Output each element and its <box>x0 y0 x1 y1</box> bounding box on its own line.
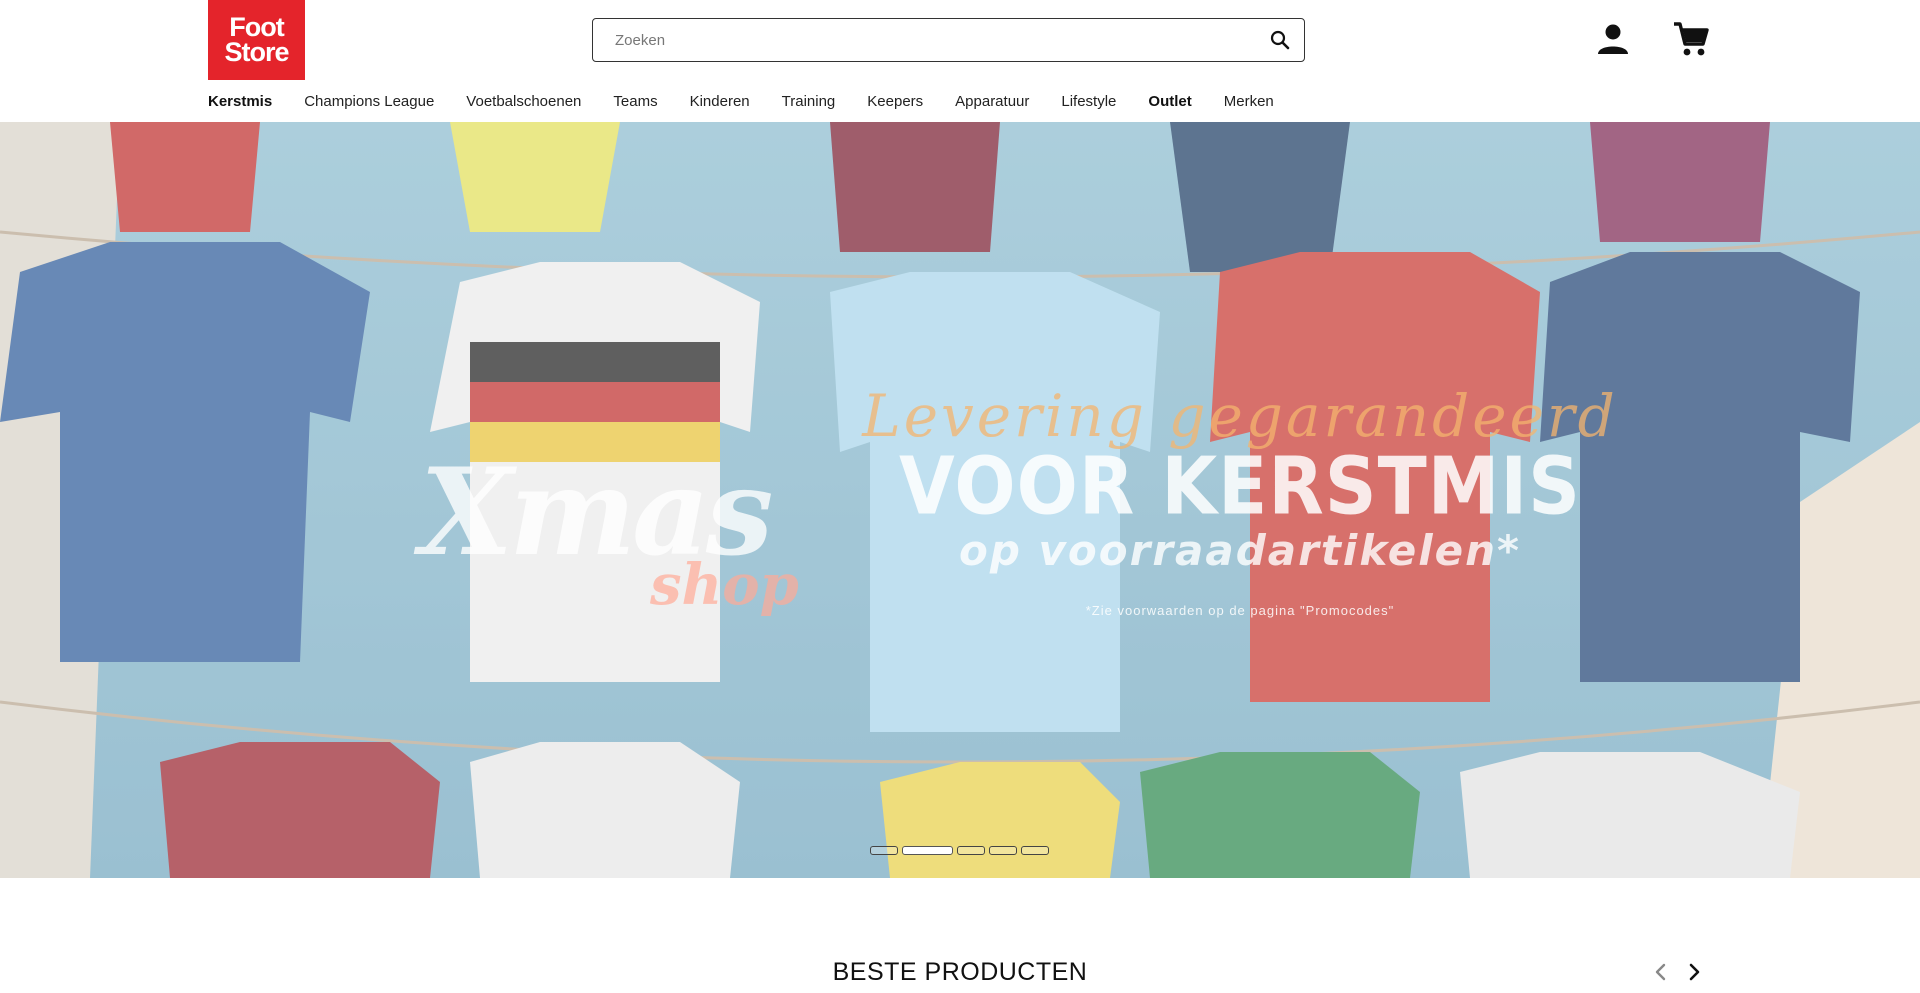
chevron-left-icon[interactable] <box>1651 962 1671 982</box>
nav-item-keepers[interactable]: Keepers <box>867 93 923 110</box>
nav-item-kinderen[interactable]: Kinderen <box>690 93 750 110</box>
nav-item-merken[interactable]: Merken <box>1224 93 1274 110</box>
carousel-dots <box>870 846 1049 855</box>
search-box[interactable] <box>592 18 1305 62</box>
nav-item-outlet[interactable]: Outlet <box>1148 93 1191 110</box>
hero-note: *Zie voorwaarden op de pagina "Promocode… <box>1085 603 1395 618</box>
nav-item-voetbalschoenen[interactable]: Voetbalschoenen <box>466 93 581 110</box>
nav-item-champions-league[interactable]: Champions League <box>304 93 434 110</box>
hero-banner[interactable]: Xmas shop Levering gegarandeerd VOOR KER… <box>0 122 1920 878</box>
cart-icon[interactable] <box>1672 20 1710 58</box>
hero-line-2: VOOR KERSTMIS <box>898 439 1582 533</box>
nav-item-lifestyle[interactable]: Lifestyle <box>1061 93 1116 110</box>
hero-copy: Levering gegarandeerd VOOR KERSTMIS op v… <box>860 382 1620 618</box>
nav-item-apparatuur[interactable]: Apparatuur <box>955 93 1029 110</box>
search-input[interactable] <box>615 27 1235 53</box>
chevron-right-icon[interactable] <box>1684 962 1704 982</box>
footstore-logo[interactable]: Foot Store <box>208 0 305 80</box>
nav-item-kerstmis[interactable]: Kerstmis <box>208 93 272 110</box>
carousel-dot-4[interactable] <box>989 846 1017 855</box>
carousel-dot-1[interactable] <box>870 846 898 855</box>
section-title: BESTE PRODUCTEN <box>832 958 1088 986</box>
xmas-shop-sub: shop <box>650 552 799 618</box>
carousel-dot-2[interactable] <box>902 846 953 855</box>
nav-item-teams[interactable]: Teams <box>613 93 657 110</box>
carousel-dot-5[interactable] <box>1021 846 1049 855</box>
user-icon[interactable] <box>1596 22 1630 56</box>
nav-item-training[interactable]: Training <box>782 93 836 110</box>
search-icon[interactable] <box>1268 28 1292 52</box>
site-header: Foot Store Kerstmis Champions League Voe… <box>0 0 1920 122</box>
logo-line-2: Store <box>224 37 289 67</box>
main-nav: Kerstmis Champions League Voetbalschoene… <box>208 90 1306 112</box>
carousel-dot-3[interactable] <box>957 846 985 855</box>
hero-line-3: op voorraadartikelen* <box>959 526 1521 575</box>
